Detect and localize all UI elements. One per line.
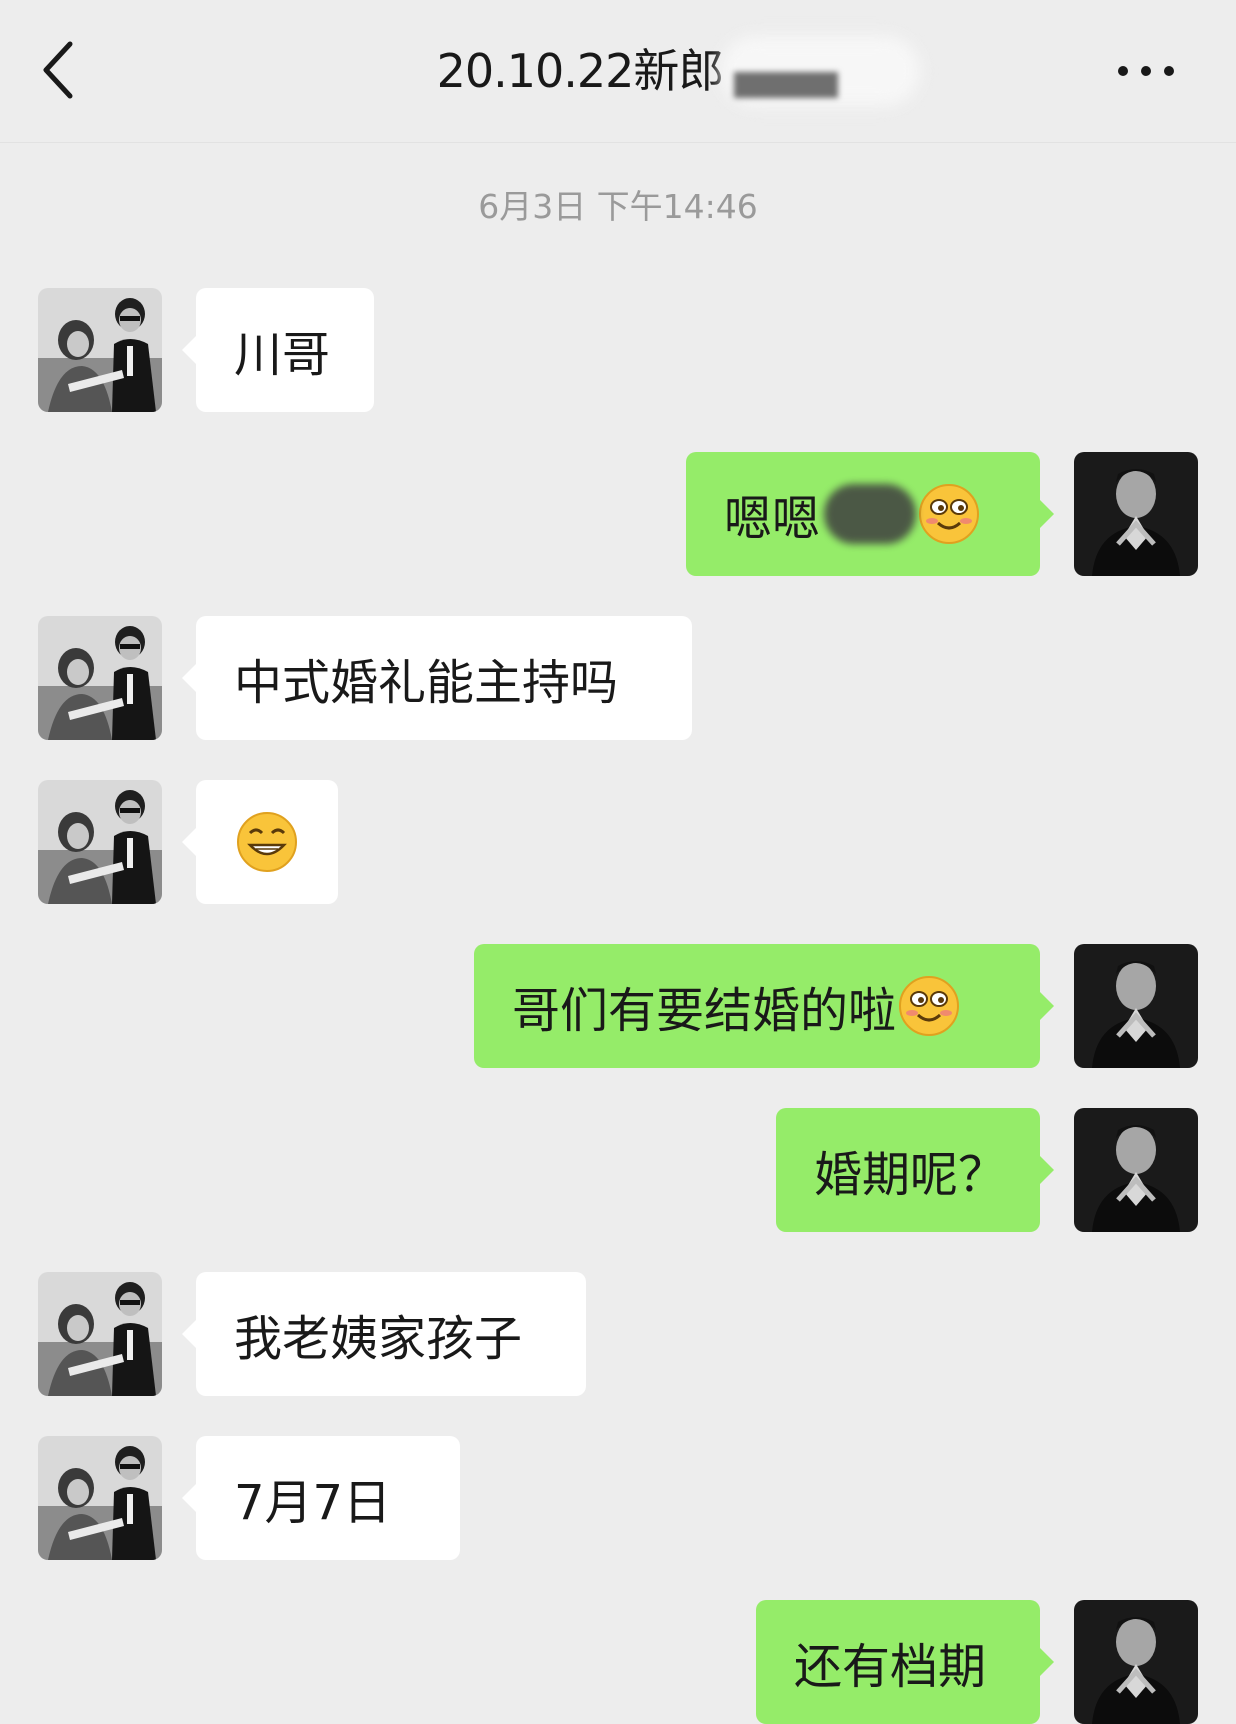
message-row: [0, 780, 1236, 904]
bubble-tail: [1040, 500, 1054, 528]
bubble-tail: [182, 664, 196, 692]
bubble-tail: [182, 1320, 196, 1348]
outgoing-message-bubble[interactable]: 婚期呢？: [776, 1108, 1054, 1232]
contact-avatar[interactable]: [38, 616, 162, 740]
bubble-tail: [182, 336, 196, 364]
chat-title: 20.10.22新郎: [436, 44, 725, 98]
incoming-message-bubble[interactable]: 川哥: [182, 288, 374, 412]
smile-blush-emoji-icon: [898, 975, 960, 1037]
text-redaction: [824, 484, 917, 544]
message-text: 还有档期: [794, 1639, 987, 1695]
top-bar: 20.10.22新郎: [0, 0, 1236, 143]
my-avatar[interactable]: [1074, 1600, 1198, 1724]
grin-emoji-icon: [236, 811, 298, 873]
message-text: 中式婚礼能主持吗: [234, 655, 619, 711]
more-button[interactable]: [1106, 48, 1186, 92]
message-text: 嗯嗯: [724, 491, 821, 547]
message-text: 川哥: [234, 327, 331, 383]
message-text: 我老姨家孩子: [234, 1311, 523, 1367]
my-avatar[interactable]: [1074, 944, 1198, 1068]
my-avatar[interactable]: [1074, 1108, 1198, 1232]
title-redaction-mark: [734, 72, 838, 98]
contact-avatar[interactable]: [38, 780, 162, 904]
ellipsis-icon: [1118, 66, 1128, 76]
message-row: 嗯嗯: [0, 452, 1236, 576]
incoming-message-bubble[interactable]: 我老姨家孩子: [182, 1272, 586, 1396]
contact-avatar[interactable]: [38, 288, 162, 412]
message-timestamp: 6月3日 下午14:46: [478, 187, 758, 226]
message-row: 婚期呢？: [0, 1108, 1236, 1232]
outgoing-message-bubble[interactable]: 哥们有要结婚的啦: [474, 944, 1054, 1068]
message-row: 还有档期: [0, 1600, 1236, 1724]
incoming-message-bubble[interactable]: 7月7日: [182, 1436, 460, 1560]
smile-blush-emoji-icon: [918, 483, 980, 545]
chat-title-wrap: 20.10.22新郎: [0, 34, 1236, 108]
message-row: 中式婚礼能主持吗: [0, 616, 1236, 740]
contact-avatar[interactable]: [38, 1436, 162, 1560]
message-row: 我老姨家孩子: [0, 1272, 1236, 1396]
message-row: 7月7日: [0, 1436, 1236, 1560]
incoming-message-bubble[interactable]: [182, 780, 338, 904]
bubble-tail: [182, 1484, 196, 1512]
message-row: 川哥: [0, 288, 1236, 412]
message-text: 哥们有要结婚的啦: [512, 983, 897, 1039]
message-row: 哥们有要结婚的啦: [0, 944, 1236, 1068]
bubble-tail: [1040, 1156, 1054, 1184]
incoming-message-bubble[interactable]: 中式婚礼能主持吗: [182, 616, 692, 740]
my-avatar[interactable]: [1074, 452, 1198, 576]
outgoing-message-bubble[interactable]: 还有档期: [756, 1600, 1054, 1724]
outgoing-message-bubble[interactable]: 嗯嗯: [686, 452, 1054, 576]
bubble-tail: [1040, 992, 1054, 1020]
contact-avatar[interactable]: [38, 1272, 162, 1396]
bubble-tail: [1040, 1648, 1054, 1676]
bubble-tail: [182, 828, 196, 856]
message-text: 婚期呢？: [814, 1147, 1007, 1203]
message-text: 7月7日: [234, 1475, 392, 1531]
